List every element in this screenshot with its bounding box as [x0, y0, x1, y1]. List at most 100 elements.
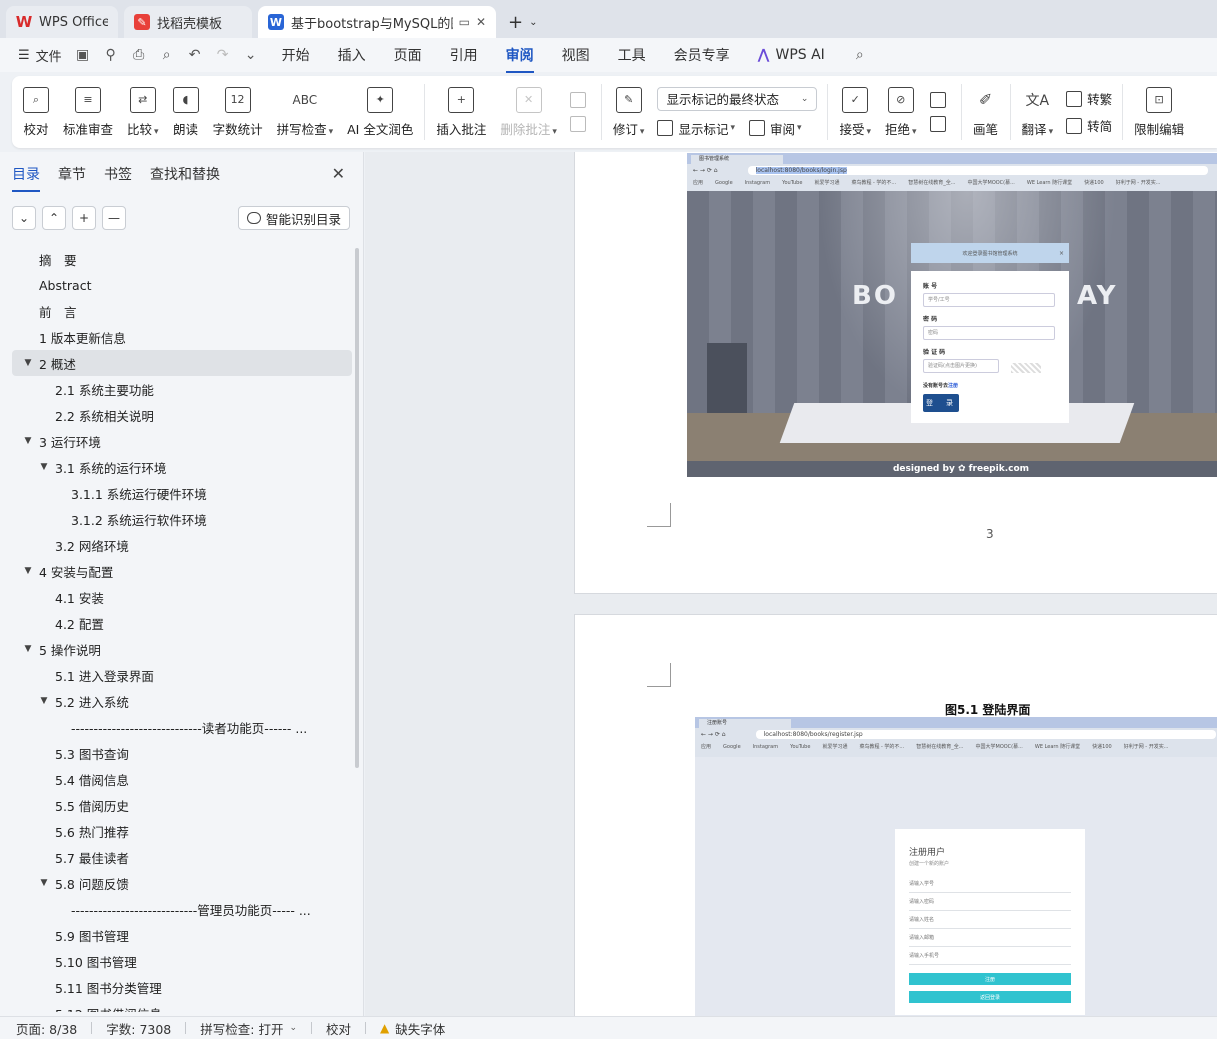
document-canvas[interactable]: BO AY 图书管理系统 ← → ⟳ ⌂ localhost:8080/book…: [365, 152, 1217, 1016]
search-icon[interactable]: ⌕: [849, 47, 871, 63]
panel-tab-bookmarks[interactable]: 书签: [104, 164, 132, 192]
new-tab-button[interactable]: + ⌄: [502, 6, 543, 38]
previous-comment-button[interactable]: [569, 92, 591, 108]
tab-document[interactable]: W 基于bootstrap与MySQL的图 ▭ ✕: [258, 6, 496, 38]
toc-item[interactable]: ▼ 4 安装与配置: [12, 558, 352, 584]
toc-item[interactable]: 3.1.1 系统运行硬件环境: [12, 480, 352, 506]
toc-item[interactable]: 1 版本更新信息: [12, 324, 352, 350]
save-icon[interactable]: ▣: [72, 47, 94, 63]
menu-tab-references[interactable]: 引用: [450, 45, 478, 65]
translate-button[interactable]: 文A 翻译 ▾: [1015, 76, 1061, 148]
quick-access-dropdown-icon[interactable]: ⌄: [240, 47, 262, 63]
compare-button[interactable]: ⇄ 比较 ▾: [120, 76, 166, 148]
expand-toggle-icon[interactable]: ▼: [21, 644, 35, 654]
toc-item[interactable]: ▼ 5 操作说明: [12, 636, 352, 662]
menu-tab-view[interactable]: 视图: [562, 45, 590, 65]
next-change-button[interactable]: [929, 116, 951, 132]
ai-polish-button[interactable]: ✦ AI 全文润色: [340, 76, 420, 148]
expand-toggle-icon[interactable]: ▼: [37, 462, 51, 472]
toc-item[interactable]: ▼ 3 运行环境: [12, 428, 352, 454]
panel-tab-find-replace[interactable]: 查找和替换: [150, 164, 220, 192]
markup-state-select[interactable]: 显示标记的最终状态 ⌄: [657, 86, 818, 111]
reject-button[interactable]: ⊘ 拒绝 ▾: [878, 76, 924, 148]
toc-item[interactable]: 5.11 图书分类管理: [12, 974, 352, 1000]
expand-toggle-icon[interactable]: ▼: [21, 358, 35, 368]
toc-item[interactable]: ▼ 2 概述: [12, 350, 352, 376]
menu-tab-page[interactable]: 页面: [394, 45, 422, 65]
previous-change-button[interactable]: [929, 92, 951, 108]
page-indicator[interactable]: 页面: 8/38: [16, 1019, 77, 1038]
menu-tab-home[interactable]: 开始: [282, 45, 310, 65]
print-preview-icon[interactable]: ⌕: [156, 47, 178, 63]
toc-item[interactable]: Abstract: [12, 272, 352, 298]
toc-item[interactable]: 5.5 借阅历史: [12, 792, 352, 818]
toc-item[interactable]: 4.2 配置: [12, 610, 352, 636]
delete-comment-button[interactable]: ✕ 删除批注 ▾: [493, 76, 564, 148]
expand-down-button[interactable]: ⌄: [12, 206, 36, 230]
print-icon[interactable]: ⎙: [128, 47, 150, 63]
track-changes-button[interactable]: ✎ 修订 ▾: [606, 76, 652, 148]
menu-tab-insert[interactable]: 插入: [338, 45, 366, 65]
spell-check-button[interactable]: ABC 拼写检查 ▾: [270, 76, 341, 148]
insert-comment-button[interactable]: + 插入批注: [429, 76, 493, 148]
tab-daoke-templates[interactable]: ✎ 找稻壳模板: [124, 6, 252, 38]
close-panel-icon[interactable]: ✕: [332, 164, 345, 183]
standard-review-button[interactable]: ≡ 标准审查: [56, 76, 120, 148]
smart-toc-button[interactable]: 智能识别目录: [237, 206, 350, 230]
menu-tab-review[interactable]: 审阅: [505, 45, 534, 73]
toc-item[interactable]: 5.7 最佳读者: [12, 844, 352, 870]
toc-item[interactable]: 3.1.2 系统运行软件环境: [12, 506, 352, 532]
word-count-indicator[interactable]: 字数: 7308: [106, 1019, 171, 1038]
chevron-down-icon[interactable]: ⌄: [529, 17, 537, 28]
remove-heading-button[interactable]: —: [102, 206, 126, 230]
collapse-up-button[interactable]: ⌃: [42, 206, 66, 230]
toc-item[interactable]: -----------------------------读者功能页------…: [12, 714, 352, 740]
toc-item[interactable]: 3.2 网络环境: [12, 532, 352, 558]
monitor-icon[interactable]: ▭: [459, 15, 470, 29]
toc-item[interactable]: 5.9 图书管理: [12, 922, 352, 948]
menu-tab-member[interactable]: 会员专享: [674, 45, 730, 65]
toc-item[interactable]: 摘 要: [12, 246, 352, 272]
show-markup-button[interactable]: 显示标记 ▾: [657, 119, 735, 138]
pen-button[interactable]: ✐ 画笔: [966, 76, 1006, 148]
to-traditional-button[interactable]: 转繁: [1066, 89, 1112, 108]
close-tab-icon[interactable]: ✕: [476, 15, 486, 29]
toc-item[interactable]: ▼ 3.1 系统的运行环境: [12, 454, 352, 480]
proofread-button[interactable]: ⌕ 校对: [16, 76, 56, 148]
toc-item[interactable]: 4.1 安装: [12, 584, 352, 610]
panel-tab-toc[interactable]: 目录: [12, 164, 40, 192]
toc-scrollbar[interactable]: [355, 248, 359, 768]
accept-button[interactable]: ✓ 接受 ▾: [832, 76, 878, 148]
toc-item[interactable]: ----------------------------管理员功能页----- …: [12, 896, 352, 922]
to-simplified-button[interactable]: 转简: [1066, 116, 1112, 135]
missing-font-status[interactable]: ▲ 缺失字体: [380, 1019, 445, 1038]
next-comment-button[interactable]: [569, 116, 591, 132]
toc-item[interactable]: 5.6 热门推荐: [12, 818, 352, 844]
panel-tab-sections[interactable]: 章节: [58, 164, 86, 192]
share-icon[interactable]: ⚲: [100, 47, 122, 63]
expand-toggle-icon[interactable]: ▼: [37, 696, 51, 706]
spell-check-status[interactable]: 拼写检查: 打开 ⌄: [200, 1019, 297, 1038]
expand-toggle-icon[interactable]: ▼: [21, 566, 35, 576]
word-count-button[interactable]: 12 字数统计: [206, 76, 270, 148]
toc-item[interactable]: 5.4 借阅信息: [12, 766, 352, 792]
toc-item[interactable]: ▼ 5.2 进入系统: [12, 688, 352, 714]
expand-toggle-icon[interactable]: ▼: [37, 878, 51, 888]
toc-item[interactable]: 5.10 图书管理: [12, 948, 352, 974]
proofread-status[interactable]: 校对: [326, 1019, 351, 1038]
file-menu[interactable]: ☰ 文件: [18, 46, 62, 65]
toc-item[interactable]: 2.2 系统相关说明: [12, 402, 352, 428]
menu-tab-wps-ai[interactable]: ⋀ WPS AI: [758, 47, 825, 63]
review-pane-button[interactable]: 审阅 ▾: [749, 119, 802, 138]
toc-item[interactable]: 5.12 图书借阅信息: [12, 1000, 352, 1013]
redo-icon[interactable]: ↷: [212, 47, 234, 63]
add-heading-button[interactable]: +: [72, 206, 96, 230]
undo-icon[interactable]: ↶: [184, 47, 206, 63]
toc-item[interactable]: ▼ 5.8 问题反馈: [12, 870, 352, 896]
restrict-edit-button[interactable]: ⊡ 限制编辑: [1127, 76, 1191, 148]
tab-wps-office[interactable]: W WPS Office: [6, 6, 118, 38]
toc-item[interactable]: 2.1 系统主要功能: [12, 376, 352, 402]
toc-item[interactable]: 5.1 进入登录界面: [12, 662, 352, 688]
toc-item[interactable]: 5.3 图书查询: [12, 740, 352, 766]
menu-tab-tools[interactable]: 工具: [618, 45, 646, 65]
